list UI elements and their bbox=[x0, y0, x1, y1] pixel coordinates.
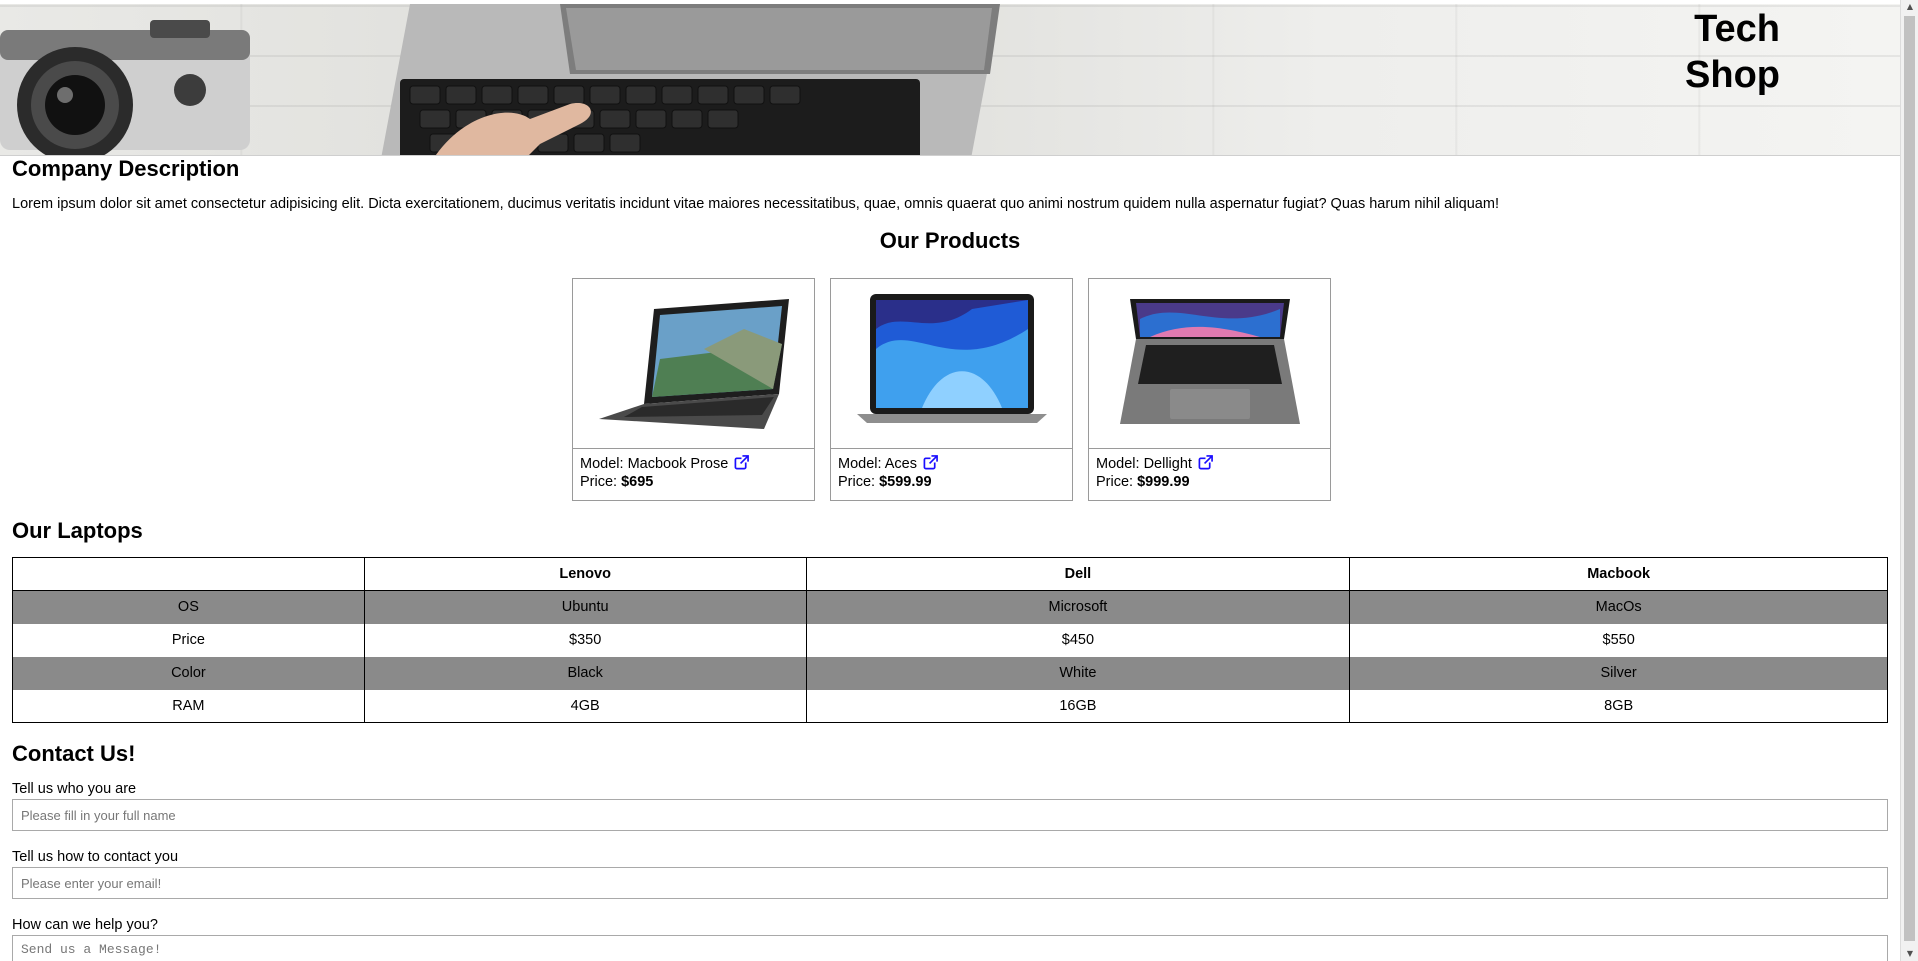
table-row: RAM 4GB 16GB 8GB bbox=[12, 689, 1888, 723]
laptop-typing-image bbox=[381, 4, 1000, 155]
table-row: Price $350 $450 $550 bbox=[12, 623, 1888, 657]
product-model: Model: Macbook Prose bbox=[580, 455, 807, 473]
price-value: $999.99 bbox=[1137, 474, 1190, 490]
price-value: $599.99 bbox=[879, 474, 932, 490]
our-laptops-heading: Our Laptops bbox=[12, 518, 143, 543]
scroll-up-arrow-icon[interactable]: ▲ bbox=[1901, 0, 1918, 14]
product-info: Model: Dellight Price: $999.99 bbox=[1089, 449, 1330, 497]
table-cell: Price bbox=[12, 623, 365, 657]
product-card: Model: Dellight Price: $999.99 bbox=[1088, 278, 1331, 501]
laptop-image-macbook-air bbox=[856, 293, 1047, 423]
message-label: How can we help you? bbox=[12, 917, 158, 933]
product-image bbox=[831, 279, 1072, 449]
table-cell: $350 bbox=[363, 623, 807, 657]
product-model: Model: Dellight bbox=[1096, 455, 1323, 473]
product-card: Model: Macbook Prose Price: $695 bbox=[572, 278, 815, 501]
product-model: Model: Aces bbox=[838, 455, 1065, 473]
product-card: Model: Aces Price: $599.99 bbox=[830, 278, 1073, 501]
table-cell: White bbox=[805, 656, 1351, 690]
our-products-heading: Our Products bbox=[879, 228, 1021, 253]
table-cell: 4GB bbox=[363, 689, 807, 723]
table-cell: Silver bbox=[1349, 656, 1888, 690]
table-header-cell: Macbook bbox=[1349, 557, 1888, 591]
table-cell: 16GB bbox=[805, 689, 1351, 723]
table-cell: Black bbox=[363, 656, 807, 690]
product-image bbox=[573, 279, 814, 449]
table-cell: $550 bbox=[1349, 623, 1888, 657]
contact-us-heading: Contact Us! bbox=[12, 741, 136, 766]
laptop-image-macbook-pro bbox=[1119, 298, 1300, 424]
laptops-table: Lenovo Dell Macbook OS Ubuntu Microsoft … bbox=[12, 557, 1888, 723]
table-cell: Microsoft bbox=[805, 590, 1351, 624]
table-cell: Color bbox=[12, 656, 365, 690]
external-link-icon[interactable] bbox=[734, 455, 750, 470]
product-info: Model: Aces Price: $599.99 bbox=[831, 449, 1072, 497]
table-row: Color Black White Silver bbox=[12, 656, 1888, 690]
email-label: Tell us how to contact you bbox=[12, 849, 179, 865]
table-cell: 8GB bbox=[1349, 689, 1888, 723]
email-input[interactable] bbox=[12, 867, 1888, 899]
laptop-image-hp bbox=[598, 298, 789, 429]
product-price: Price: $999.99 bbox=[1096, 473, 1323, 491]
product-image bbox=[1089, 279, 1330, 449]
product-price: Price: $695 bbox=[580, 473, 807, 491]
table-cell: RAM bbox=[12, 689, 365, 723]
scrollbar-thumb[interactable] bbox=[1904, 16, 1915, 941]
product-cards: Model: Macbook Prose Price: $695 Model: … bbox=[572, 278, 1331, 501]
message-textarea[interactable] bbox=[12, 935, 1888, 961]
vertical-scrollbar[interactable]: ▲ ▼ bbox=[1900, 0, 1918, 961]
table-header-cell: Lenovo bbox=[363, 557, 807, 591]
model-name: Dellight bbox=[1143, 456, 1192, 472]
model-name: Aces bbox=[884, 456, 917, 472]
product-price: Price: $599.99 bbox=[838, 473, 1065, 491]
price-prefix: Price: bbox=[580, 474, 622, 490]
table-cell: MacOs bbox=[1349, 590, 1888, 624]
price-prefix: Price: bbox=[1096, 474, 1138, 490]
company-description-text: Lorem ipsum dolor sit amet consectetur a… bbox=[12, 196, 1499, 212]
model-prefix: Model: bbox=[1096, 456, 1144, 472]
table-cell: $450 bbox=[805, 623, 1351, 657]
brand-title: Tech Shop bbox=[1685, 6, 1780, 98]
model-name: Macbook Prose bbox=[627, 456, 729, 472]
table-header-row: Lenovo Dell Macbook bbox=[12, 557, 1888, 591]
table-cell: OS bbox=[12, 590, 365, 624]
scroll-down-arrow-icon[interactable]: ▼ bbox=[1901, 947, 1918, 961]
external-link-icon[interactable] bbox=[923, 455, 939, 470]
table-row: OS Ubuntu Microsoft MacOs bbox=[12, 590, 1888, 624]
brand-line-2: Shop bbox=[1685, 54, 1780, 96]
brand-line-1: Tech bbox=[1694, 8, 1780, 50]
external-link-icon[interactable] bbox=[1198, 455, 1213, 470]
company-description-heading: Company Description bbox=[12, 156, 240, 181]
product-info: Model: Macbook Prose Price: $695 bbox=[573, 449, 814, 497]
price-prefix: Price: bbox=[838, 474, 880, 490]
name-label: Tell us who you are bbox=[12, 781, 137, 797]
full-name-input[interactable] bbox=[12, 799, 1888, 831]
table-header-cell: Dell bbox=[805, 557, 1351, 591]
model-prefix: Model: bbox=[838, 456, 885, 472]
table-header-cell bbox=[12, 557, 365, 591]
camera-image bbox=[0, 20, 250, 155]
price-value: $695 bbox=[621, 474, 654, 490]
hero-banner: Tech Shop bbox=[0, 4, 1900, 156]
page: Tech Shop Company Description Lorem ipsu… bbox=[0, 0, 1900, 961]
model-prefix: Model: bbox=[580, 456, 628, 472]
table-cell: Ubuntu bbox=[363, 590, 807, 624]
